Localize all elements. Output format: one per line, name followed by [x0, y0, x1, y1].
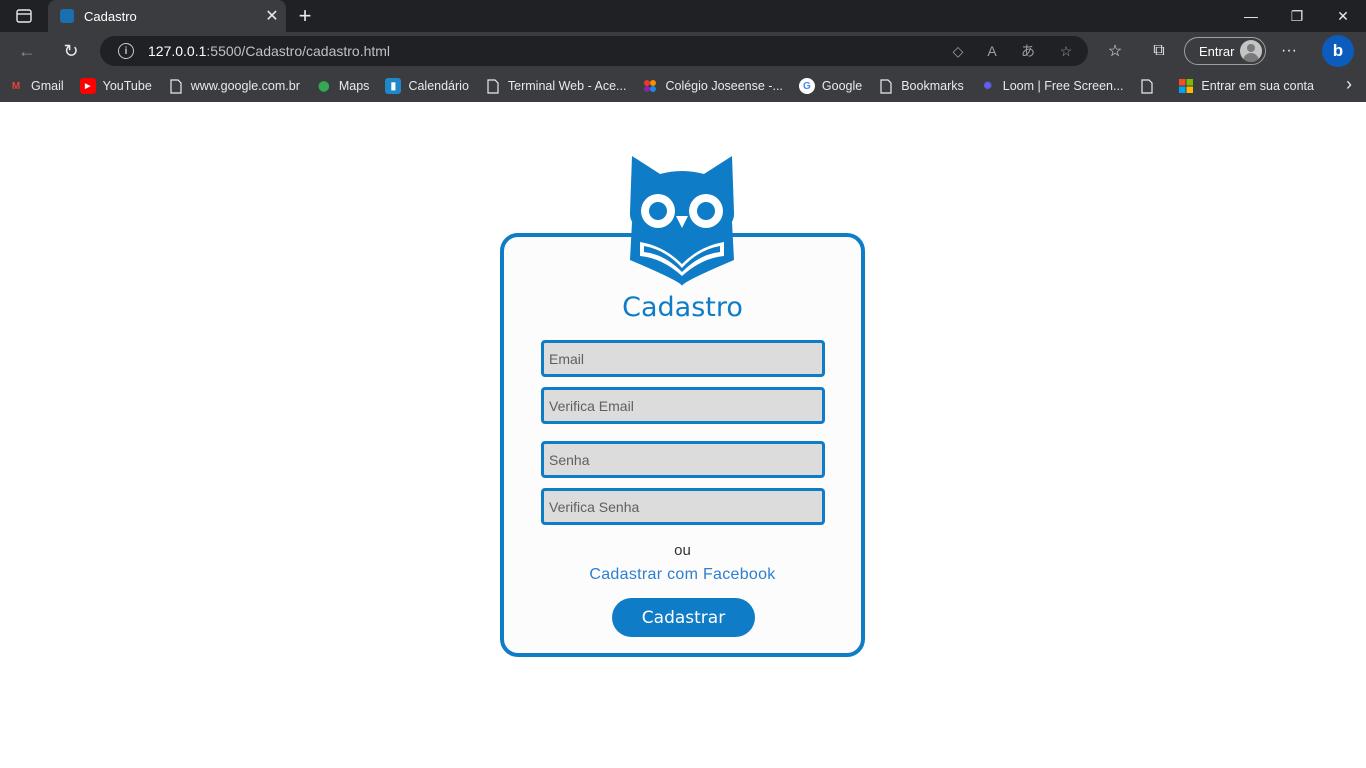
facebook-signup-link[interactable]: Cadastrar com Facebook [500, 566, 865, 584]
bookmarks-bar: M Gmail ▶ YouTube www.google.com.br ⬤ Maps ▮ Cal… [0, 70, 1366, 102]
bookmark-label: Colégio Joseense -... [665, 79, 783, 93]
bookmark-item[interactable]: Terminal Web - Ace... [477, 73, 635, 99]
tab-title: Cadastro [84, 8, 137, 24]
signin-button[interactable]: Entrar [1184, 37, 1266, 65]
bookmark-item[interactable]: ▶ YouTube [72, 73, 160, 99]
tab-close-icon[interactable]: ✕ [258, 2, 286, 30]
password-field[interactable] [541, 441, 825, 478]
tab-actions-button[interactable] [8, 4, 40, 28]
submit-button[interactable]: Cadastrar [612, 598, 755, 637]
bookmark-label: Maps [338, 79, 370, 93]
bookmark-item[interactable]: www.google.com.br [160, 73, 308, 99]
bookmark-item[interactable]: ▮ Calendário [377, 73, 476, 99]
bookmark-label: YouTube [102, 79, 152, 93]
title-bar: Cadastro ✕ + — ❐ ✕ [0, 0, 1366, 32]
back-button[interactable]: ← [12, 36, 42, 66]
bookmark-item[interactable]: Colégio Joseense -... [634, 73, 790, 99]
bookmark-item[interactable]: Bookmarks [870, 73, 972, 99]
bookmark-item[interactable]: M Gmail [0, 73, 72, 99]
tag-icon[interactable]: ◇ [948, 42, 968, 60]
maximize-button[interactable]: ❐ [1274, 0, 1320, 32]
bookmark-label: Loom | Free Screen... [1002, 79, 1124, 93]
youtube-icon: ▶ [79, 78, 96, 94]
bookmark-label: Google [821, 79, 863, 93]
or-separator: ou [674, 542, 691, 559]
add-favorite-icon[interactable]: ☆ [1056, 42, 1076, 60]
bookmark-item[interactable] [1131, 73, 1170, 99]
microsoft-icon [1178, 78, 1194, 94]
bing-icon[interactable]: b [1322, 35, 1354, 67]
avatar-icon [1240, 40, 1262, 62]
tab-favicon-icon [60, 9, 74, 23]
verify-password-field[interactable] [541, 488, 825, 525]
bookmark-label: Terminal Web - Ace... [507, 79, 627, 93]
read-aloud-icon[interactable]: A [982, 42, 1002, 60]
url-text: 127.0.0.1:5500/Cadastro/cadastro.html [148, 43, 390, 59]
bookmark-item[interactable]: ✺ Loom | Free Screen... [972, 73, 1132, 99]
page-icon [168, 78, 184, 94]
loom-icon: ✺ [983, 80, 992, 92]
url-host: 127.0.0.1 [148, 43, 207, 59]
email-field[interactable] [541, 340, 825, 377]
tab-actions-icon [16, 9, 32, 23]
verify-email-field[interactable] [541, 387, 825, 424]
page-icon [485, 78, 501, 94]
bookmark-label: www.google.com.br [190, 79, 300, 93]
bookmark-item[interactable]: G Google [791, 73, 870, 99]
colegio-icon [642, 78, 658, 94]
translate-icon[interactable]: あ [1018, 42, 1038, 60]
address-bar[interactable]: i 127.0.0.1:5500/Cadastro/cadastro.html … [100, 36, 1088, 66]
bookmark-label: Entrar em sua conta [1201, 79, 1314, 93]
minimize-button[interactable]: — [1228, 0, 1274, 32]
page-content: Cadastro ou Cadastrar com Facebook Cadas… [0, 102, 1366, 768]
owl-logo-icon [629, 156, 735, 286]
new-tab-button[interactable]: + [292, 3, 318, 29]
settings-menu-button[interactable]: ··· [1274, 36, 1304, 66]
window-close-button[interactable]: ✕ [1320, 0, 1366, 32]
browser-toolbar: ← ↻ i 127.0.0.1:5500/Cadastro/cadastro.h… [0, 32, 1366, 70]
url-path: :5500/Cadastro/cadastro.html [206, 43, 391, 59]
calendar-icon: ▮ [385, 78, 402, 94]
gmail-icon: M [11, 80, 21, 92]
browser-tab[interactable]: Cadastro ✕ [48, 0, 286, 32]
bookmark-item[interactable]: ⬤ Maps [308, 73, 378, 99]
reload-button[interactable]: ↻ [56, 36, 86, 66]
page-icon [1139, 78, 1155, 94]
signin-label: Entrar [1199, 43, 1235, 59]
page-title: Cadastro [622, 292, 743, 323]
bookmark-item[interactable]: Entrar em sua conta [1170, 73, 1322, 99]
page-icon [878, 78, 894, 94]
collections-icon[interactable]: ⧉ [1144, 36, 1174, 66]
bookmark-label: Bookmarks [901, 79, 964, 93]
favorites-icon[interactable]: ☆ [1100, 36, 1130, 66]
google-icon: G [798, 78, 815, 94]
site-info-icon[interactable]: i [118, 43, 134, 59]
bookmark-label: Calendário [408, 79, 469, 93]
bookmarks-overflow-chevron-icon[interactable]: › [1346, 74, 1352, 95]
bookmark-label: Gmail [31, 79, 64, 93]
maps-icon: ⬤ [318, 80, 330, 92]
